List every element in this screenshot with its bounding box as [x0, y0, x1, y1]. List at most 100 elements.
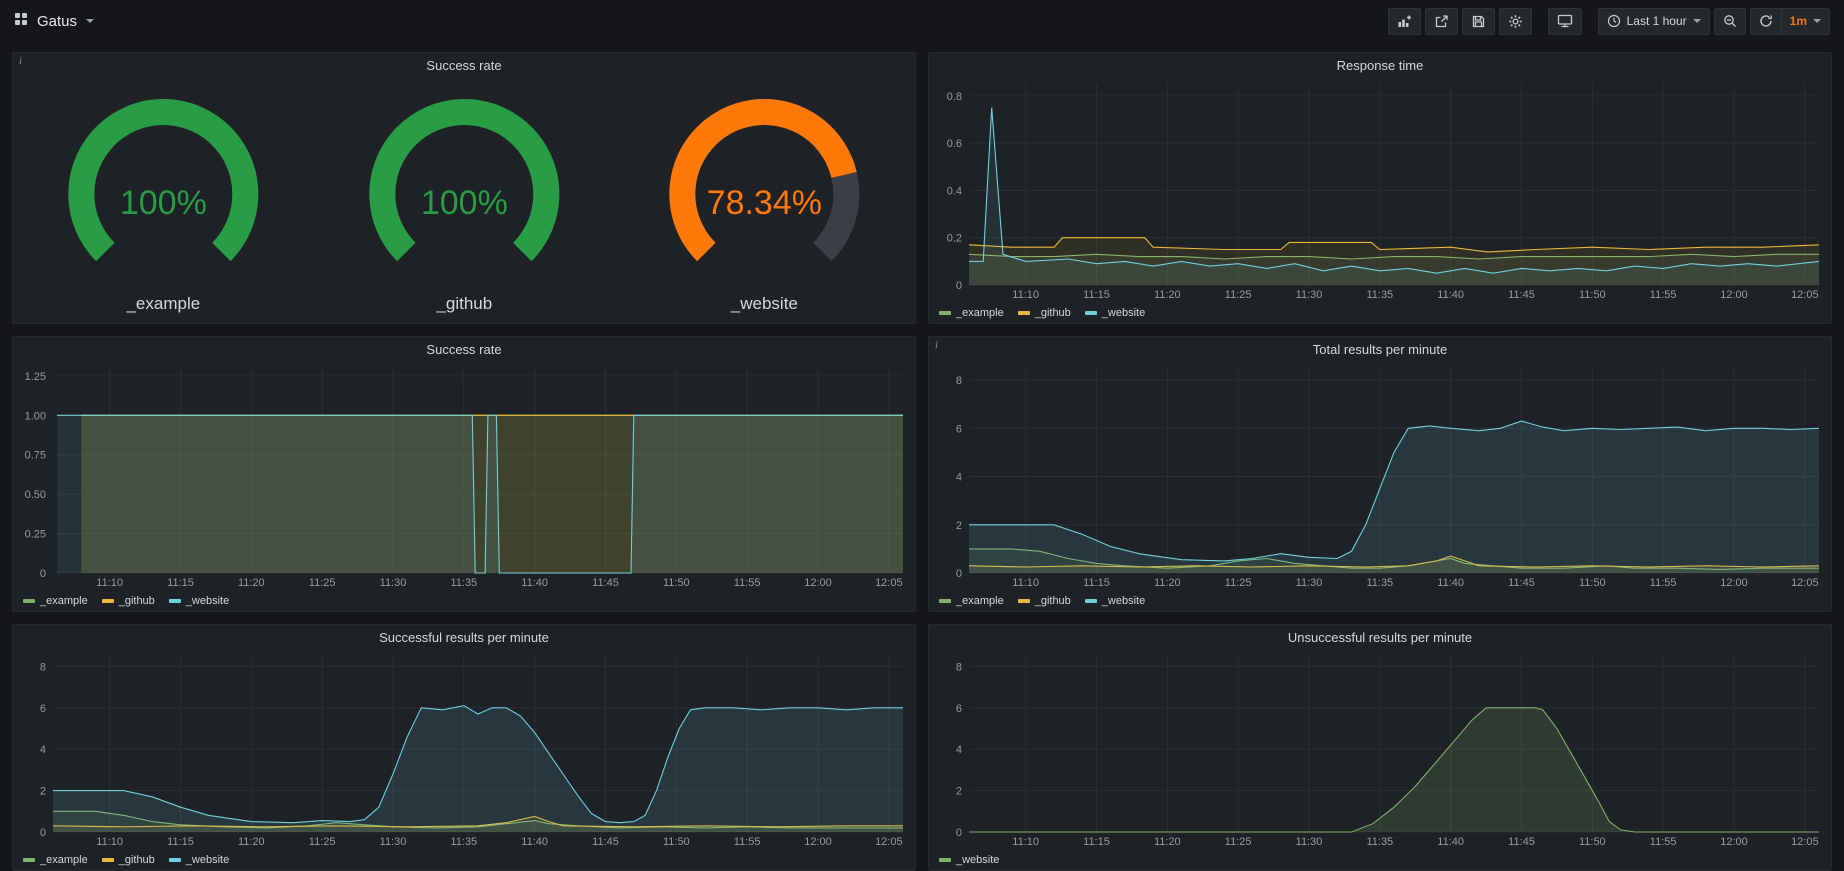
legend-swatch — [1018, 311, 1030, 315]
gauge-svg: 78.34%_website — [614, 78, 915, 323]
svg-text:12:00: 12:00 — [804, 577, 832, 589]
panel-response-time: Response time 11:1011:1511:2011:2511:301… — [928, 52, 1832, 324]
legend-swatch — [939, 311, 951, 315]
legend-item-example[interactable]: _example — [939, 595, 1004, 607]
svg-text:12:00: 12:00 — [1720, 577, 1748, 589]
dashboard-grid: i Success rate 100%_example 100%_github … — [12, 52, 1832, 871]
panel-unsuccessful-results: Unsuccessful results per minute 11:1011:… — [928, 624, 1832, 871]
svg-text:11:25: 11:25 — [1225, 836, 1252, 848]
chart-total-results[interactable]: 11:1011:1511:2011:2511:3011:3511:4011:45… — [933, 362, 1827, 591]
panel-title-unsuccessful-results[interactable]: Unsuccessful results per minute — [929, 625, 1831, 650]
legend-label: _website — [1102, 307, 1145, 319]
legend-item-website[interactable]: _website — [169, 595, 229, 607]
svg-text:11:35: 11:35 — [450, 836, 477, 848]
legend-item-github[interactable]: _github — [102, 595, 155, 607]
svg-text:11:30: 11:30 — [380, 836, 407, 848]
panel-success-rate-chart: Success rate 11:1011:1511:2011:2511:3011… — [12, 336, 916, 612]
share-button[interactable] — [1425, 8, 1458, 35]
svg-text:11:25: 11:25 — [309, 836, 336, 848]
share-icon — [1434, 14, 1449, 29]
dashboard-settings-button[interactable] — [1499, 8, 1532, 35]
svg-text:11:10: 11:10 — [1012, 577, 1039, 589]
svg-text:2: 2 — [40, 786, 46, 798]
svg-text:2: 2 — [956, 786, 962, 798]
panel-title-success-rate-chart[interactable]: Success rate — [13, 337, 915, 362]
legend-label: _website — [186, 595, 229, 607]
chart-unsuccessful-results[interactable]: 11:1011:1511:2011:2511:3011:3511:4011:45… — [933, 650, 1827, 850]
legend-swatch — [102, 858, 114, 862]
svg-text:11:15: 11:15 — [167, 577, 194, 589]
svg-text:12:05: 12:05 — [875, 577, 903, 589]
panel-title-success-rate-gauges[interactable]: Success rate — [13, 53, 915, 78]
gauge-website: 78.34%_website — [614, 78, 915, 323]
gauge-value: 100% — [120, 184, 207, 222]
svg-text:1.25: 1.25 — [25, 371, 46, 383]
svg-text:0: 0 — [956, 568, 962, 580]
svg-text:11:35: 11:35 — [1366, 836, 1393, 848]
svg-text:8: 8 — [956, 661, 962, 673]
svg-text:11:30: 11:30 — [1296, 577, 1323, 589]
legend-item-github[interactable]: _github — [1018, 595, 1071, 607]
svg-text:0.25: 0.25 — [25, 529, 46, 541]
svg-text:12:00: 12:00 — [1720, 289, 1748, 301]
svg-text:2: 2 — [956, 520, 962, 532]
svg-text:11:50: 11:50 — [1579, 836, 1606, 848]
svg-text:11:20: 11:20 — [1154, 289, 1181, 301]
legend-swatch — [23, 599, 35, 603]
panel-info-icon[interactable]: i — [19, 55, 22, 67]
chart-success-rate[interactable]: 11:1011:1511:2011:2511:3011:3511:4011:45… — [17, 362, 911, 591]
zoom-out-time-button[interactable] — [1714, 8, 1746, 35]
legend-item-github[interactable]: _github — [1018, 307, 1071, 319]
legend-item-github[interactable]: _github — [102, 854, 155, 866]
legend-item-website[interactable]: _website — [939, 854, 999, 866]
add-panel-button[interactable] — [1388, 8, 1421, 35]
svg-text:8: 8 — [956, 375, 962, 387]
chart-response-time[interactable]: 11:1011:1511:2011:2511:3011:3511:4011:45… — [933, 78, 1827, 303]
time-range-picker-button[interactable]: Last 1 hour — [1598, 8, 1710, 35]
svg-text:0.75: 0.75 — [25, 450, 46, 462]
svg-text:0.8: 0.8 — [947, 91, 962, 103]
svg-text:11:55: 11:55 — [734, 836, 761, 848]
refresh-picker-button[interactable]: 1m — [1750, 8, 1830, 35]
dashboards-grid-icon[interactable] — [14, 12, 28, 31]
svg-text:11:30: 11:30 — [1296, 289, 1323, 301]
legend-item-example[interactable]: _example — [23, 595, 88, 607]
chart-svg: 11:1011:1511:2011:2511:3011:3511:4011:45… — [17, 362, 911, 591]
svg-text:11:40: 11:40 — [1437, 577, 1464, 589]
panel-title-response-time[interactable]: Response time — [929, 53, 1831, 78]
svg-text:11:20: 11:20 — [238, 836, 265, 848]
chart-svg: 11:1011:1511:2011:2511:3011:3511:4011:45… — [933, 78, 1827, 303]
panel-info-icon[interactable]: i — [935, 339, 938, 351]
legend-item-website[interactable]: _website — [169, 854, 229, 866]
svg-text:11:45: 11:45 — [592, 577, 619, 589]
gauge-label: _website — [730, 294, 798, 313]
svg-text:12:00: 12:00 — [804, 836, 832, 848]
save-dashboard-button[interactable] — [1462, 8, 1495, 35]
svg-text:6: 6 — [956, 703, 962, 715]
legend-item-website[interactable]: _website — [1085, 307, 1145, 319]
svg-text:11:40: 11:40 — [521, 836, 548, 848]
panel-title-total-results[interactable]: Total results per minute — [929, 337, 1831, 362]
svg-text:11:45: 11:45 — [592, 836, 619, 848]
legend-label: _github — [119, 595, 155, 607]
legend-item-website[interactable]: _website — [1085, 595, 1145, 607]
cycle-view-mode-button[interactable] — [1548, 8, 1582, 35]
svg-text:11:55: 11:55 — [1650, 836, 1677, 848]
legend-item-example[interactable]: _example — [23, 854, 88, 866]
svg-text:4: 4 — [956, 472, 962, 484]
panel-title-successful-results[interactable]: Successful results per minute — [13, 625, 915, 650]
gauge-label: _github — [435, 294, 492, 313]
svg-text:8: 8 — [40, 661, 46, 673]
svg-text:0.2: 0.2 — [947, 233, 962, 245]
legend-label: _example — [40, 854, 88, 866]
legend-label: _github — [1035, 595, 1071, 607]
gauge-value: 100% — [421, 184, 508, 222]
legend-swatch — [1085, 599, 1097, 603]
gauge-github: 100% _github — [314, 78, 615, 323]
legend-success-rate: _example _github _website — [13, 591, 915, 611]
svg-text:11:40: 11:40 — [1437, 836, 1464, 848]
dashboard-title[interactable]: Gatus — [37, 13, 77, 30]
legend-item-example[interactable]: _example — [939, 307, 1004, 319]
svg-text:4: 4 — [40, 744, 46, 756]
chart-successful-results[interactable]: 11:1011:1511:2011:2511:3011:3511:4011:45… — [17, 650, 911, 850]
